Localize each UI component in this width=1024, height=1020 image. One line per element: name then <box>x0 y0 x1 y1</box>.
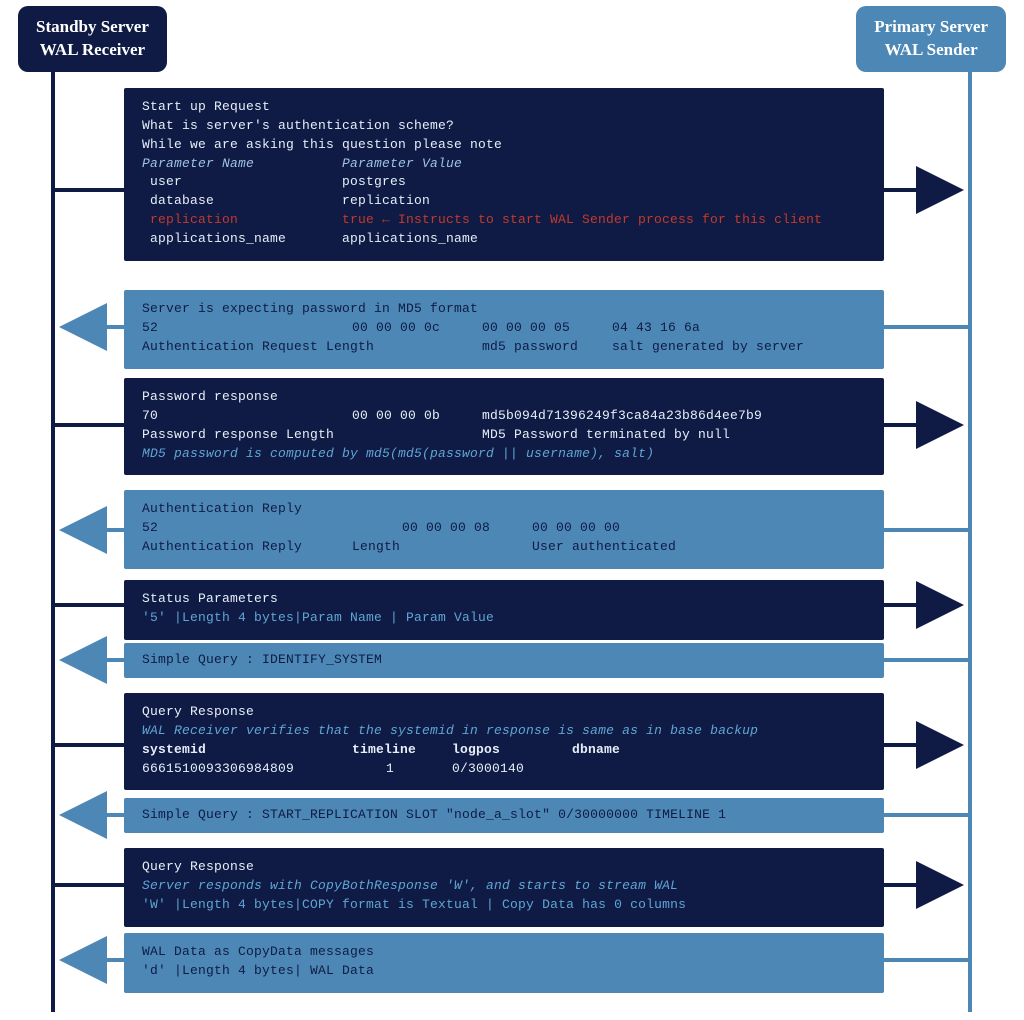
qri-h1: systemid <box>142 741 352 760</box>
msg-qresp-identify: Query Response WAL Receiver verifies tha… <box>124 693 884 790</box>
pw-c1: 70 <box>142 407 352 426</box>
ap2-c1: Authentication Reply <box>142 538 352 557</box>
ap-c1: 52 <box>142 519 402 538</box>
msg-startup: Start up Request What is server's authen… <box>124 88 884 261</box>
ar2-c3: md5 password <box>482 338 612 357</box>
pw-c2: 00 00 00 0b <box>352 407 482 426</box>
ar-c4: 04 43 16 6a <box>612 319 724 338</box>
qri-h4: dbname <box>572 741 644 760</box>
standby-line1: Standby Server <box>36 16 149 39</box>
ar-c2: 00 00 00 0c <box>352 319 482 338</box>
msg-q-identify: Simple Query : IDENTIFY_SYSTEM <box>124 643 884 678</box>
msg-pwdresp: Password response 70 00 00 00 0b md5b094… <box>124 378 884 475</box>
qri-v2: 1 <box>352 760 452 779</box>
primary-node-label: Primary Server WAL Sender <box>856 6 1006 72</box>
startup-line2: What is server's authentication scheme? <box>142 117 866 136</box>
pw-c3: md5b094d71396249f3ca84a23b86d4ee7b9 <box>482 407 786 426</box>
st-detail: '5' |Length 4 bytes|Param Name | Param V… <box>142 609 866 628</box>
standby-line2: WAL Receiver <box>36 39 149 62</box>
standby-node-label: Standby Server WAL Receiver <box>18 6 167 72</box>
p0-val: postgres <box>342 173 406 192</box>
param-name-hdr: Parameter Name <box>142 155 342 174</box>
msg-q-startrepl: Simple Query : START_REPLICATION SLOT "n… <box>124 798 884 833</box>
pwd-note: MD5 password is computed by md5(md5(pass… <box>142 445 866 464</box>
ar-c1: 52 <box>142 319 352 338</box>
ap-c3: 00 00 00 00 <box>532 519 644 538</box>
wd-title: WAL Data as CopyData messages <box>142 943 866 962</box>
qri-v3: 0/3000140 <box>452 760 572 779</box>
qri-h3: logpos <box>452 741 572 760</box>
st-title: Status Parameters <box>142 590 866 609</box>
p3-val: applications_name <box>342 230 478 249</box>
msg-authreply: Authentication Reply 52 00 00 00 08 00 0… <box>124 490 884 569</box>
primary-line1: Primary Server <box>874 16 988 39</box>
p1-name: database <box>142 192 342 211</box>
qi-text: Simple Query : IDENTIFY_SYSTEM <box>142 651 866 670</box>
msg-qresp-copy: Query Response Server responds with Copy… <box>124 848 884 927</box>
wd-detail: 'd' |Length 4 bytes| WAL Data <box>142 962 866 981</box>
startup-line3: While we are asking this question please… <box>142 136 866 155</box>
pw2-c3: MD5 Password terminated by null <box>482 426 754 445</box>
p0-name: user <box>142 173 342 192</box>
qri-note: WAL Receiver verifies that the systemid … <box>142 722 866 741</box>
authreq-title: Server is expecting password in MD5 form… <box>142 300 866 319</box>
ap2-c3: User authenticated <box>532 538 700 557</box>
msg-status: Status Parameters '5' |Length 4 bytes|Pa… <box>124 580 884 640</box>
p1-val: replication <box>342 192 430 211</box>
msg-authreq: Server is expecting password in MD5 form… <box>124 290 884 369</box>
ar2-c4: salt generated by server <box>612 338 828 357</box>
primary-line2: WAL Sender <box>874 39 988 62</box>
qri-v4 <box>572 760 596 779</box>
pw2-c1: Password response Length <box>142 426 482 445</box>
qsr-text: Simple Query : START_REPLICATION SLOT "n… <box>142 806 866 825</box>
param-value-hdr: Parameter Value <box>342 155 462 174</box>
qri-v1: 6661510093306984809 <box>142 760 352 779</box>
qrc-title: Query Response <box>142 858 866 877</box>
startup-title: Start up Request <box>142 98 866 117</box>
ap-c2: 00 00 00 08 <box>402 519 532 538</box>
p2-val: true ← Instructs to start WAL Sender pro… <box>342 211 822 230</box>
qrc-note: Server responds with CopyBothResponse 'W… <box>142 877 866 896</box>
ar2-c1: Authentication Request Length <box>142 338 482 357</box>
pwd-title: Password response <box>142 388 866 407</box>
arep-title: Authentication Reply <box>142 500 866 519</box>
p3-name: applications_name <box>142 230 342 249</box>
ap2-c2: Length <box>352 538 532 557</box>
p2-name: replication <box>142 211 342 230</box>
ar-c3: 00 00 00 05 <box>482 319 612 338</box>
qrc-detail: 'W' |Length 4 bytes|COPY format is Textu… <box>142 896 866 915</box>
msg-waldata: WAL Data as CopyData messages 'd' |Lengt… <box>124 933 884 993</box>
qri-title: Query Response <box>142 703 866 722</box>
qri-h2: timeline <box>352 741 452 760</box>
